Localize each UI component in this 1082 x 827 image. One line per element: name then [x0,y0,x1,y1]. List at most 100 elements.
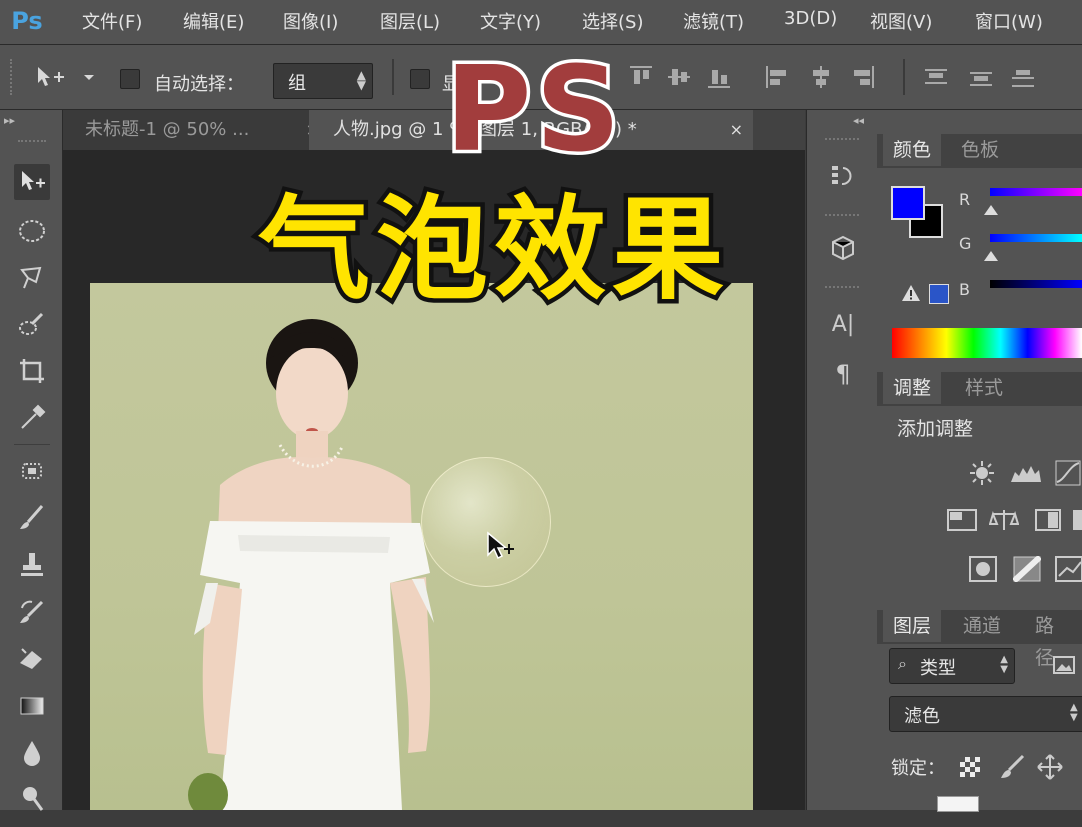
cursor-pointer-icon [486,531,516,569]
document-tab-bar: 未标题-1 @ 50% ... × 人物.jpg @ 1 % (图层 1, RG… [63,110,805,151]
search-icon: ⌕ [898,654,907,673]
align-top-icon[interactable] [630,66,652,88]
red-slider[interactable] [990,188,1082,196]
tab-swatches[interactable]: 色板 [951,134,1010,166]
collapse-arrows-icon[interactable]: ◂◂ [853,114,864,127]
eraser-tool-icon[interactable] [14,641,50,677]
align-vcenter-icon[interactable] [668,66,690,88]
gamut-warning-icon[interactable] [901,284,921,306]
collapsed-panel-strip: ◂◂ A| ¶ [806,110,878,810]
color-spectrum-bar[interactable] [892,328,1082,358]
photoshop-logo: Ps [11,7,43,35]
auto-select-dropdown[interactable]: 组 ▲ ▼ [273,63,373,99]
tab-color[interactable]: 颜色 [883,134,942,166]
tab-styles[interactable]: 样式 [955,372,1014,404]
align-hcenter-icon[interactable] [810,66,832,88]
updown-arrows-icon: ▲ ▼ [356,68,366,92]
menu-file[interactable]: 文件(F) [82,8,142,34]
overlay-title-bubble-effect: 气泡效果 [254,181,730,320]
foreground-color-swatch[interactable] [891,186,925,220]
move-tool-preset-icon[interactable] [36,65,96,89]
web-safe-color-swatch[interactable] [929,284,949,304]
brightness-contrast-icon[interactable] [969,460,995,490]
menu-image[interactable]: 图像(I) [283,8,338,34]
show-transform-checkbox[interactable] [410,69,430,89]
healing-brush-tool-icon[interactable] [14,453,50,489]
blur-tool-icon[interactable] [14,735,50,771]
tab-channels[interactable]: 通道 [953,610,1012,642]
distribute-vcenter-icon[interactable] [970,66,992,88]
eyedropper-tool-icon[interactable] [14,400,50,436]
overlay-title-ps: PS [441,40,625,178]
distribute-top-icon[interactable] [925,66,947,88]
lock-label: 锁定： [891,758,945,779]
curves-icon[interactable] [1055,460,1081,490]
lasso-tool-icon[interactable] [14,260,50,296]
menu-select[interactable]: 选择(S) [582,8,643,34]
close-icon[interactable]: × [730,110,743,150]
quick-select-tool-icon[interactable] [14,306,50,342]
panels-dock: 颜色 色板 R G B 调整 样式 添加调整 图层 通道 路径 ⌕ 类型 ▲ ▼ … [877,110,1082,812]
history-brush-tool-icon[interactable] [14,594,50,630]
green-slider[interactable] [990,234,1082,242]
menu-3d[interactable]: 3D(D) [784,8,837,29]
options-grip [10,59,16,95]
menu-layer[interactable]: 图层(L) [380,8,440,34]
tab-untitled[interactable]: 未标题-1 @ 50% ... × [63,110,329,150]
levels-icon[interactable] [1009,462,1043,488]
dodge-tool-icon[interactable] [14,780,50,816]
align-right-icon[interactable] [852,66,874,88]
brush-tool-icon[interactable] [14,500,50,536]
blend-mode-value: 滤色 [904,706,940,727]
clone-stamp-tool-icon[interactable] [14,547,50,583]
move-tool-icon[interactable] [14,164,50,200]
channel-r-label: R [959,190,971,209]
paragraph-panel-icon[interactable]: ¶ [829,360,857,388]
photo-filter-icon[interactable] [969,556,997,586]
menu-bar: Ps 文件(F) 编辑(E) 图像(I) 图层(L) 文字(Y) 选择(S) 滤… [0,0,1082,45]
crop-tool-icon[interactable] [14,353,50,389]
marquee-tool-icon[interactable] [14,213,50,249]
menu-type[interactable]: 文字(Y) [480,8,541,34]
blue-slider[interactable] [990,280,1082,288]
auto-select-checkbox[interactable] [120,69,140,89]
layer-filter-dropdown[interactable]: ⌕ 类型 ▲ ▼ [889,648,1015,684]
photo-canvas[interactable] [90,283,753,810]
lock-transparent-pixels-icon[interactable] [959,756,981,782]
auto-select-label: 自动选择： [154,74,244,95]
auto-select-value: 组 [288,73,306,94]
vibrance-icon[interactable] [988,508,1020,536]
align-bottom-icon[interactable] [708,66,730,88]
menu-view[interactable]: 视图(V) [870,8,932,34]
lock-image-pixels-icon[interactable] [999,754,1025,784]
menu-window[interactable]: 窗口(W) [975,8,1043,34]
color-balance-icon[interactable] [1073,508,1082,536]
updown-arrows-icon: ▲ ▼ [1000,654,1008,675]
menu-filter[interactable]: 滤镜(T) [683,8,744,34]
slider-thumb-icon[interactable] [984,246,998,265]
collapse-arrows-icon[interactable]: ▸▸ [4,114,15,127]
selective-color-icon[interactable] [1055,556,1082,586]
3d-panel-icon[interactable] [829,234,857,262]
character-panel-icon[interactable]: A| [829,310,857,338]
distribute-bottom-icon[interactable] [1012,66,1034,88]
lock-position-icon[interactable] [1037,754,1063,784]
blend-mode-dropdown[interactable]: 滤色 ▲ ▼ [889,696,1082,732]
tab-adjustments[interactable]: 调整 [883,372,942,404]
gradient-map-icon[interactable] [1011,554,1043,586]
filter-image-icon[interactable] [1053,656,1075,678]
channel-g-label: G [959,234,972,253]
history-panel-icon[interactable] [829,162,857,190]
tab-paths[interactable]: 路径 [1025,610,1082,669]
add-adjustment-heading: 添加调整 [897,418,974,440]
slider-thumb-icon[interactable] [984,200,998,219]
menu-edit[interactable]: 编辑(E) [183,8,244,34]
exposure-icon[interactable] [947,508,977,536]
tab-layers[interactable]: 图层 [883,610,942,642]
woman-in-white-dress-image [188,319,434,810]
layer-filter-value: 类型 [920,658,956,679]
hue-saturation-icon[interactable] [1035,508,1061,536]
channel-b-label: B [959,280,970,299]
gradient-tool-icon[interactable] [14,688,50,724]
align-left-icon[interactable] [766,66,788,88]
